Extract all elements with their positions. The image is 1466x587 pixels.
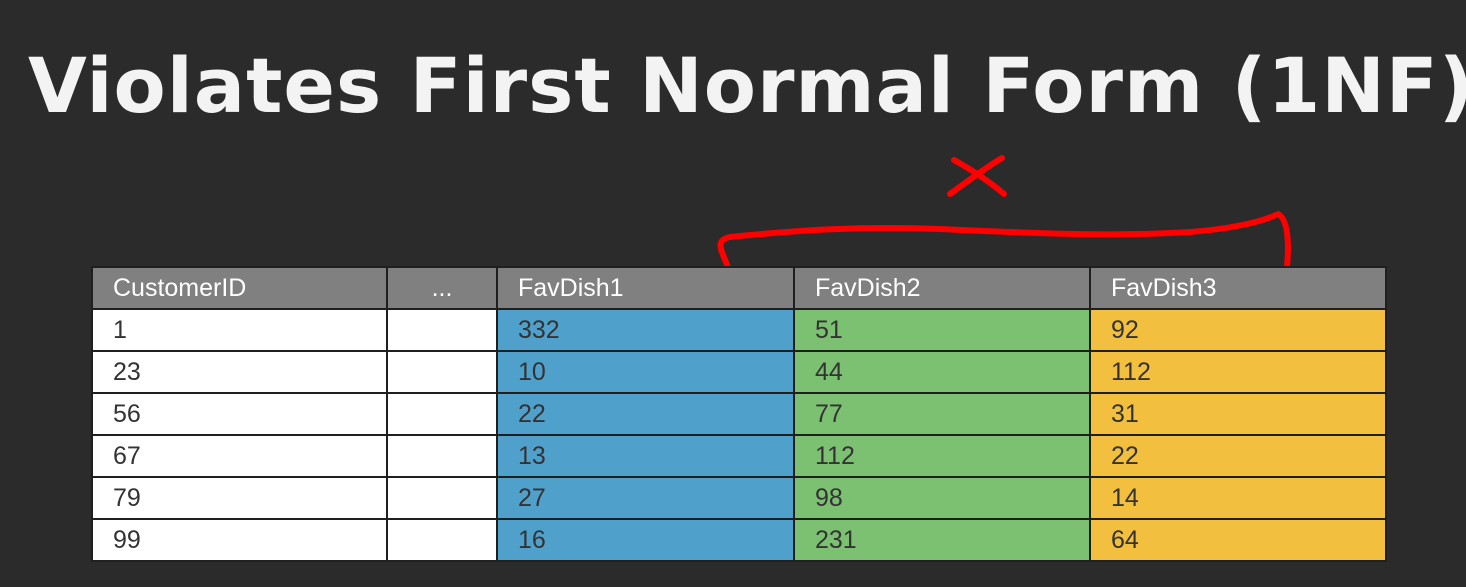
cell-favdish1: 22: [496, 392, 795, 436]
column-header-ellipsis: ...: [386, 266, 498, 310]
cell-customerid: 79: [91, 476, 388, 520]
cell-favdish1: 16: [496, 518, 795, 562]
cell-favdish3: 14: [1089, 476, 1387, 520]
cell-favdish2: 112: [793, 434, 1091, 478]
cell-ellipsis: [386, 308, 498, 352]
cell-customerid: 23: [91, 350, 388, 394]
cell-favdish3: 22: [1089, 434, 1387, 478]
table-row: 1 332 51 92: [91, 308, 1387, 352]
column-header-favdish2: FavDish2: [793, 266, 1091, 310]
cell-favdish2: 98: [793, 476, 1091, 520]
cell-favdish3: 64: [1089, 518, 1387, 562]
cell-favdish2: 231: [793, 518, 1091, 562]
cell-favdish1: 10: [496, 350, 795, 394]
table-row: 99 16 231 64: [91, 518, 1387, 562]
cell-favdish3: 92: [1089, 308, 1387, 352]
table-row: 23 10 44 112: [91, 350, 1387, 394]
customer-fav-dishes-table: CustomerID ... FavDish1 FavDish2 FavDish…: [91, 266, 1387, 562]
cell-favdish3: 112: [1089, 350, 1387, 394]
table-row: 67 13 112 22: [91, 434, 1387, 478]
slide-title: Violates First Normal Form (1NF): [28, 41, 1466, 130]
cell-customerid: 1: [91, 308, 388, 352]
cell-favdish2: 51: [793, 308, 1091, 352]
cell-favdish1: 332: [496, 308, 795, 352]
x-mark-icon: [947, 155, 1007, 197]
cell-customerid: 67: [91, 434, 388, 478]
cell-favdish2: 44: [793, 350, 1091, 394]
cell-favdish3: 31: [1089, 392, 1387, 436]
table-row: 79 27 98 14: [91, 476, 1387, 520]
cell-ellipsis: [386, 350, 498, 394]
cell-ellipsis: [386, 476, 498, 520]
cell-ellipsis: [386, 434, 498, 478]
cell-ellipsis: [386, 518, 498, 562]
cell-favdish2: 77: [793, 392, 1091, 436]
table-row: 56 22 77 31: [91, 392, 1387, 436]
table-header-row: CustomerID ... FavDish1 FavDish2 FavDish…: [91, 266, 1387, 310]
cell-customerid: 56: [91, 392, 388, 436]
column-header-customerid: CustomerID: [91, 266, 388, 310]
cell-favdish1: 27: [496, 476, 795, 520]
column-header-favdish3: FavDish3: [1089, 266, 1387, 310]
cell-favdish1: 13: [496, 434, 795, 478]
column-header-favdish1: FavDish1: [496, 266, 795, 310]
cell-customerid: 99: [91, 518, 388, 562]
cell-ellipsis: [386, 392, 498, 436]
